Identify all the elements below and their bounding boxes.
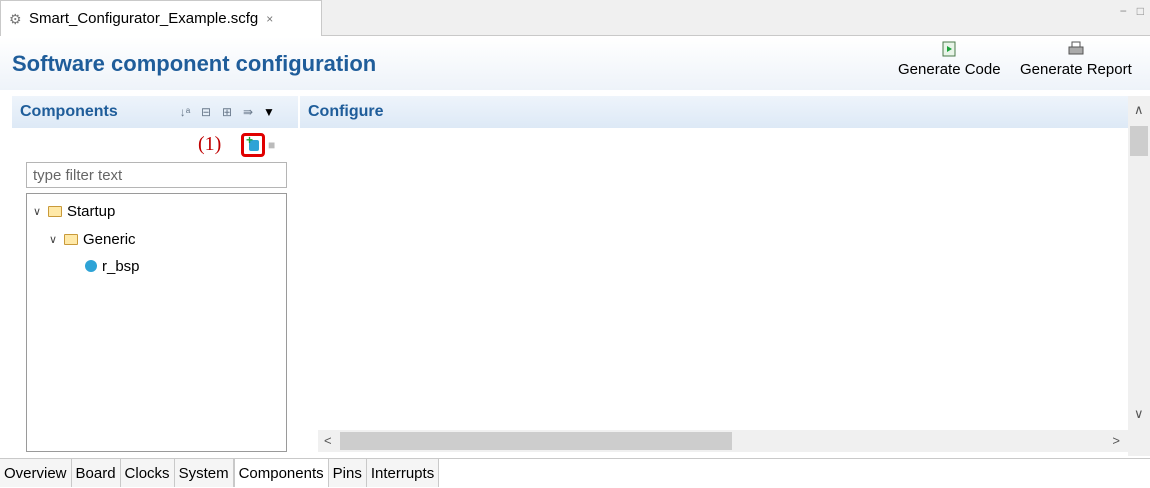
remove-component-icon[interactable]: ■	[268, 138, 280, 152]
tab-board[interactable]: Board	[71, 459, 121, 487]
tree-item-label: Generic	[83, 230, 136, 248]
configure-panel-header: Configure	[300, 96, 1128, 128]
tab-system[interactable]: System	[174, 459, 234, 487]
filter-input[interactable]	[26, 162, 287, 188]
tab-overview[interactable]: Overview	[0, 459, 72, 487]
editor-tab-bar: ⚙ Smart_Configurator_Example.scfg × − □	[0, 0, 1150, 36]
generate-code-button[interactable]: Generate Code	[898, 41, 1001, 78]
horizontal-scrollbar[interactable]: < >	[318, 430, 1128, 452]
plus-icon: +	[246, 133, 254, 147]
component-tree: ∨ Startup ∨ Generic r_bsp	[26, 193, 287, 452]
tab-clocks[interactable]: Clocks	[120, 459, 175, 487]
annotation-label: (1)	[198, 133, 222, 155]
tree-item-r-bsp[interactable]: r_bsp	[85, 255, 140, 277]
folder-icon	[64, 233, 78, 245]
tree-item-label: Startup	[67, 202, 116, 220]
header: Software component configuration Generat…	[0, 37, 1150, 90]
tree-item-label: r_bsp	[102, 257, 140, 275]
link-icon[interactable]: ⇛	[241, 105, 255, 119]
components-panel-title: Components	[20, 103, 118, 120]
scroll-down-icon[interactable]: ∨	[1134, 406, 1144, 422]
tree-item-startup[interactable]: ∨ Startup	[33, 200, 115, 222]
minimize-icon[interactable]: −	[1120, 4, 1127, 18]
collapse-all-icon[interactable]: ⊟	[199, 105, 213, 119]
page-title: Software component configuration	[12, 51, 377, 76]
generate-report-button[interactable]: Generate Report	[1020, 41, 1132, 78]
menu-icon[interactable]: ▼	[262, 105, 276, 119]
scroll-left-icon[interactable]: <	[324, 433, 332, 448]
add-component-button[interactable]: +	[241, 133, 265, 157]
close-icon[interactable]: ×	[266, 12, 273, 26]
scroll-right-icon[interactable]: >	[1112, 433, 1120, 448]
tab-components[interactable]: Components	[233, 459, 329, 487]
generate-code-icon	[942, 41, 956, 57]
tab-pins[interactable]: Pins	[328, 459, 367, 487]
bottom-tab-bar: Overview Board Clocks System Components …	[0, 458, 1150, 488]
vertical-scrollbar[interactable]: ∧ ∨	[1128, 96, 1150, 456]
editor-tab[interactable]: ⚙ Smart_Configurator_Example.scfg ×	[0, 0, 322, 36]
vertical-scroll-thumb[interactable]	[1130, 126, 1148, 156]
generate-code-label: Generate Code	[898, 61, 1001, 78]
generate-report-icon	[1068, 41, 1084, 55]
configure-panel: Configure	[300, 96, 1128, 456]
editor-tab-title: Smart_Configurator_Example.scfg	[29, 10, 259, 27]
sort-icon[interactable]: ↓ᵃ	[178, 105, 192, 119]
tree-item-generic[interactable]: ∨ Generic	[49, 228, 136, 250]
gear-icon: ⚙	[9, 10, 22, 27]
components-toolbar: ↓ᵃ ⊟ ⊞ ⇛ ▼	[178, 105, 276, 119]
generate-report-label: Generate Report	[1020, 61, 1132, 78]
window-controls: − □	[1120, 4, 1144, 18]
maximize-icon[interactable]: □	[1137, 4, 1144, 18]
chevron-down-icon[interactable]: ∨	[49, 233, 59, 246]
horizontal-scroll-thumb[interactable]	[340, 432, 732, 450]
tab-interrupts[interactable]: Interrupts	[366, 459, 440, 487]
expand-all-icon[interactable]: ⊞	[220, 105, 234, 119]
folder-icon	[48, 205, 62, 217]
component-icon	[85, 260, 97, 272]
scroll-up-icon[interactable]: ∧	[1134, 102, 1144, 118]
configure-panel-title: Configure	[308, 103, 384, 120]
chevron-down-icon[interactable]: ∨	[33, 205, 43, 218]
